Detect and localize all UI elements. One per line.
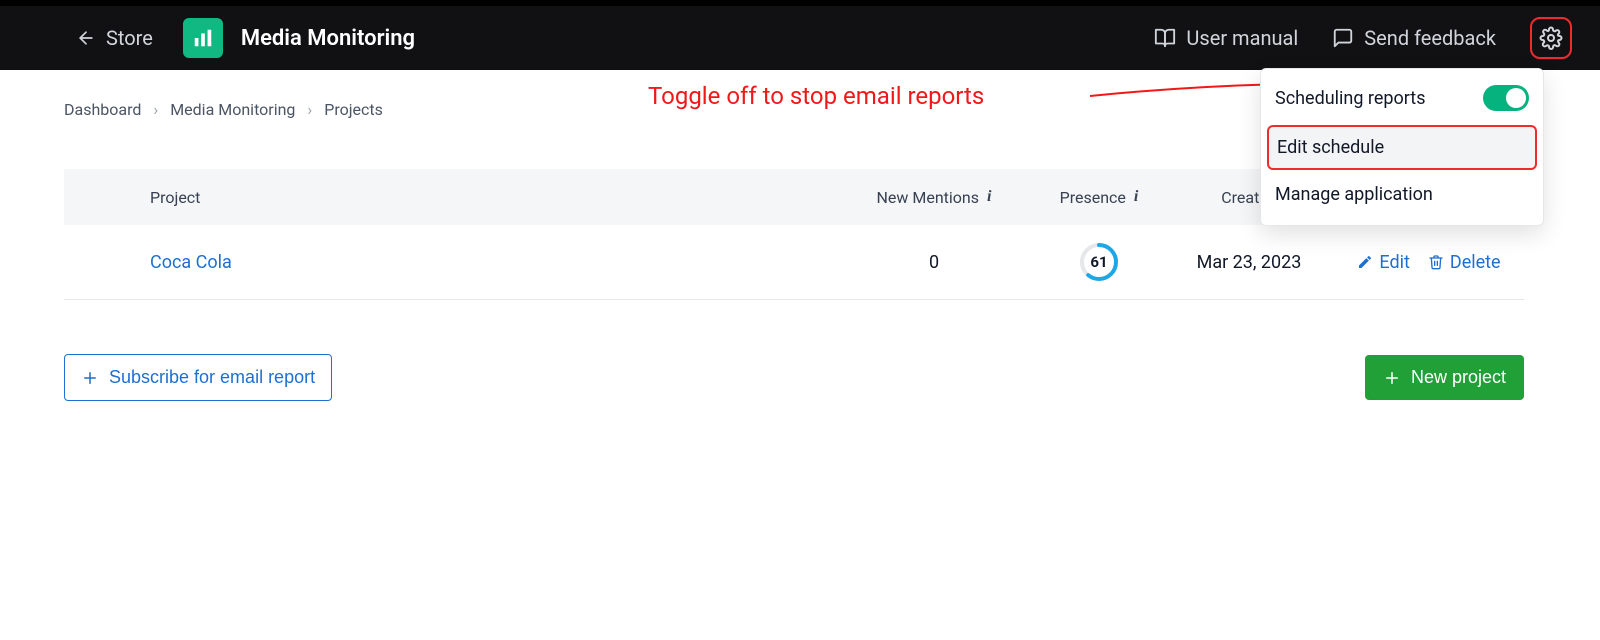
- user-manual-link[interactable]: User manual: [1154, 26, 1298, 50]
- manage-application-label: Manage application: [1275, 184, 1433, 205]
- new-project-label: New project: [1411, 367, 1506, 388]
- gear-icon: [1539, 26, 1563, 50]
- scheduling-reports-toggle[interactable]: [1483, 85, 1529, 111]
- dropdown-scheduling-reports: Scheduling reports: [1261, 75, 1543, 121]
- back-to-store[interactable]: Store: [76, 26, 153, 50]
- mentions-value: 0: [929, 252, 939, 273]
- book-icon: [1154, 27, 1176, 49]
- back-label: Store: [106, 26, 153, 50]
- col-mentions-header: New Mentions i: [834, 188, 1034, 207]
- feedback-icon: [1332, 27, 1354, 49]
- breadcrumb-item[interactable]: Media Monitoring: [170, 100, 295, 119]
- edit-label: Edit: [1379, 252, 1409, 273]
- toggle-knob: [1506, 88, 1526, 108]
- settings-button[interactable]: [1530, 17, 1572, 59]
- app-logo[interactable]: [183, 18, 223, 58]
- breadcrumb-item[interactable]: Projects: [324, 100, 383, 119]
- bottom-actions: Subscribe for email report New project: [64, 354, 1524, 401]
- edit-button[interactable]: Edit: [1357, 252, 1409, 273]
- scheduling-reports-label: Scheduling reports: [1275, 88, 1425, 109]
- trash-icon: [1428, 254, 1444, 270]
- app-title: Media Monitoring: [241, 26, 415, 51]
- chevron-right-icon: ›: [307, 100, 312, 119]
- dropdown-manage-application[interactable]: Manage application: [1261, 174, 1543, 215]
- subscribe-label: Subscribe for email report: [109, 367, 315, 388]
- delete-button[interactable]: Delete: [1428, 252, 1501, 273]
- topbar: Store Media Monitoring User manual Send …: [0, 0, 1600, 70]
- info-icon[interactable]: i: [987, 188, 991, 206]
- settings-dropdown: Scheduling reports Edit schedule Manage …: [1260, 68, 1544, 226]
- new-project-button[interactable]: New project: [1365, 355, 1524, 400]
- edit-schedule-label: Edit schedule: [1277, 137, 1384, 158]
- col-presence-label: Presence: [1060, 188, 1126, 207]
- send-feedback-link[interactable]: Send feedback: [1332, 26, 1496, 50]
- pencil-icon: [1357, 254, 1373, 270]
- delete-label: Delete: [1450, 252, 1501, 273]
- user-manual-label: User manual: [1186, 26, 1298, 50]
- presence-gauge: 61: [1079, 242, 1119, 282]
- col-project-header: Project: [150, 188, 834, 207]
- row-actions: Edit Delete: [1334, 252, 1524, 273]
- send-feedback-label: Send feedback: [1364, 26, 1496, 50]
- breadcrumb-item[interactable]: Dashboard: [64, 100, 141, 119]
- created-value: Mar 23, 2023: [1197, 252, 1302, 273]
- plus-icon: [81, 369, 99, 387]
- arrow-left-icon: [76, 28, 96, 48]
- bar-chart-icon: [192, 27, 214, 49]
- col-presence-header: Presence i: [1034, 188, 1164, 207]
- plus-icon: [1383, 369, 1401, 387]
- col-mentions-label: New Mentions: [877, 188, 980, 207]
- subscribe-email-report-button[interactable]: Subscribe for email report: [64, 354, 332, 401]
- project-link[interactable]: Coca Cola: [150, 252, 232, 273]
- table-row: Coca Cola 0 61 Mar 23, 2023 Edit: [64, 225, 1524, 299]
- chevron-right-icon: ›: [153, 100, 158, 119]
- dropdown-edit-schedule[interactable]: Edit schedule: [1267, 125, 1537, 170]
- info-icon[interactable]: i: [1134, 188, 1138, 206]
